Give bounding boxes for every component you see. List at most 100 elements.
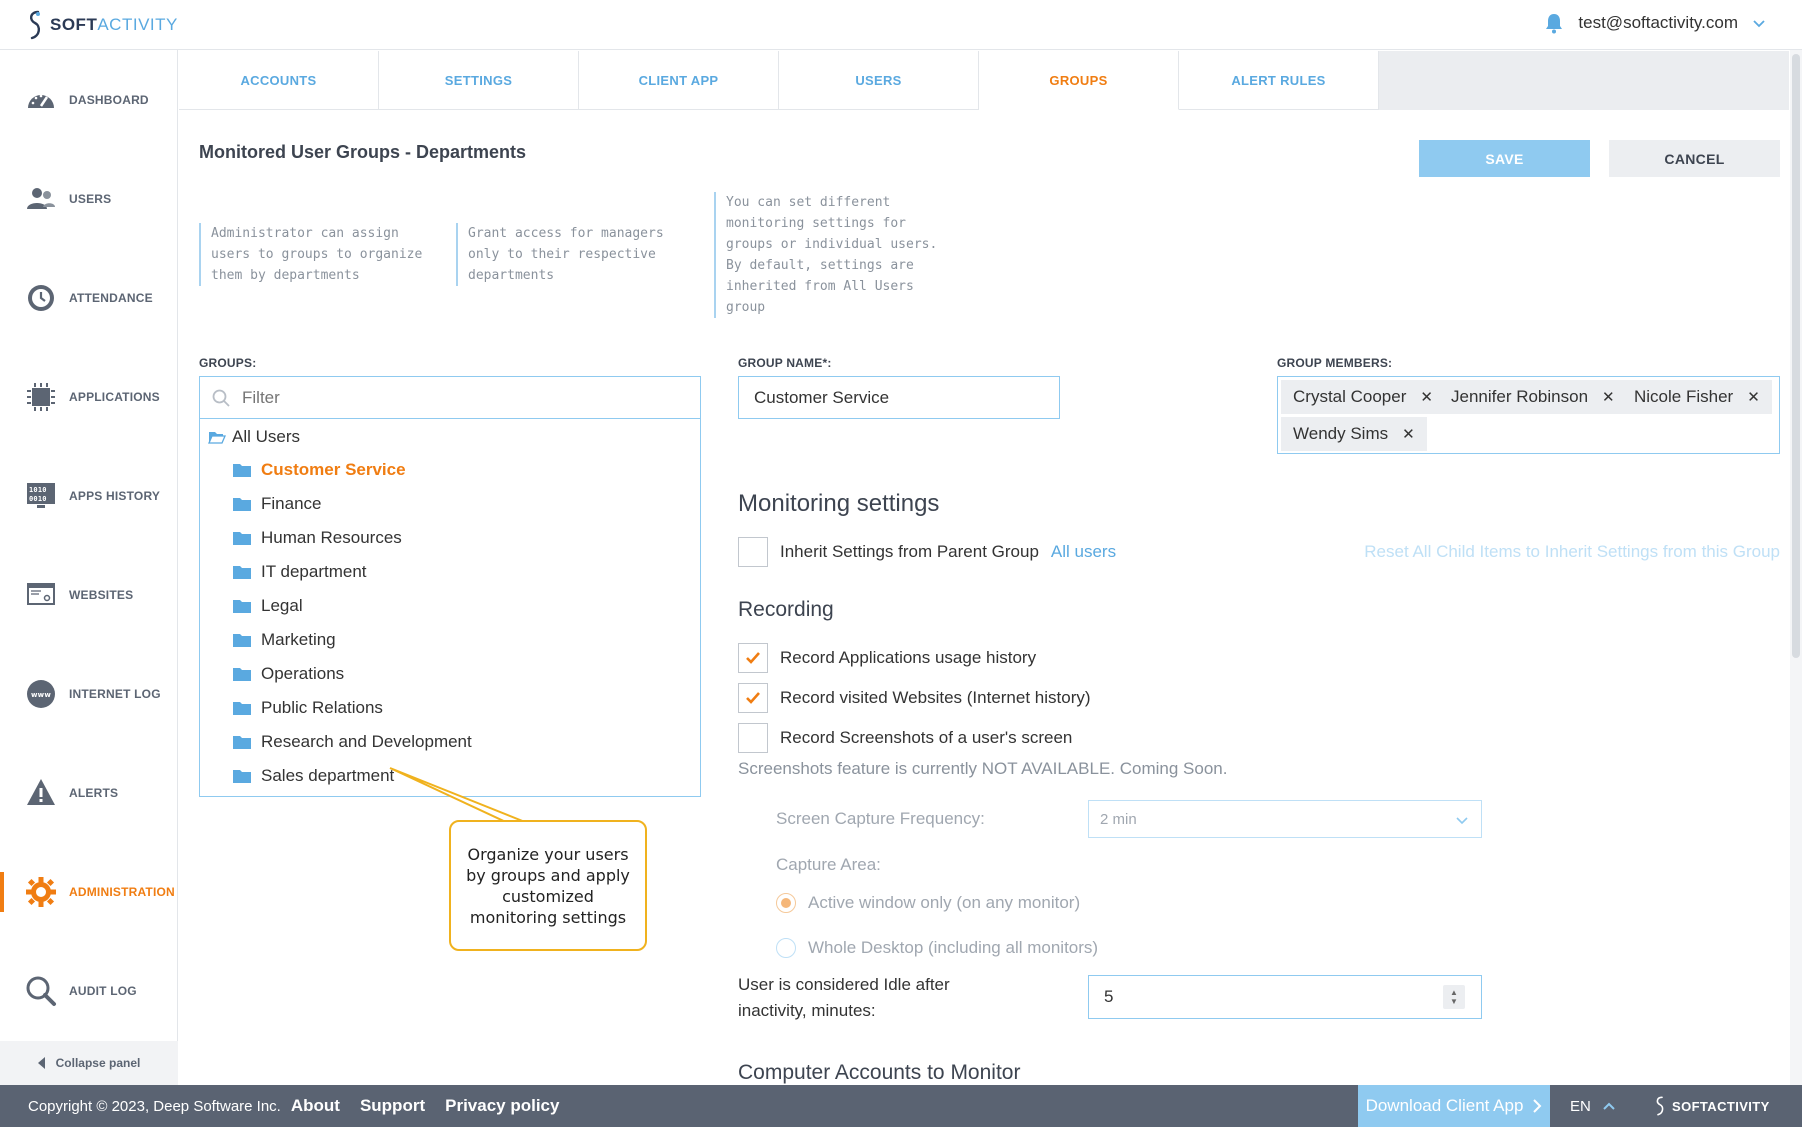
svg-text:0010: 0010 — [29, 495, 47, 503]
tree-item-public-relations[interactable]: Public Relations — [233, 698, 383, 718]
sidebar-item-audit-log[interactable]: AUDIT LOG — [0, 941, 178, 1040]
inherit-settings-row: Inherit Settings from Parent Group All u… — [738, 537, 1116, 567]
capture-frequency-value: 2 min — [1100, 810, 1137, 828]
record-apps-checkbox[interactable] — [738, 643, 768, 673]
remove-icon[interactable]: ✕ — [1747, 388, 1760, 406]
privacy-policy-link[interactable]: Privacy policy — [445, 1096, 559, 1116]
tree-item-human-resources[interactable]: Human Resources — [233, 528, 402, 548]
record-screenshots-row: Record Screenshots of a user's screen — [738, 723, 1072, 753]
tab-settings[interactable]: SETTINGS — [379, 51, 579, 110]
record-screenshots-checkbox[interactable] — [738, 723, 768, 753]
applications-icon — [27, 382, 55, 411]
sidebar-item-apps-history[interactable]: 1010 0010 APPS HISTORY — [0, 446, 178, 545]
group-members-field[interactable]: Crystal Cooper ✕ Jennifer Robinson ✕ Nicol… — [1277, 376, 1780, 454]
softactivity-logo[interactable]: SOFTACTIVITY — [26, 10, 178, 40]
scrollbar-thumb[interactable] — [1792, 54, 1800, 658]
number-stepper[interactable]: ▲ ▼ — [1443, 985, 1465, 1009]
capture-whole-desktop-label: Whole Desktop (including all monitors) — [808, 938, 1099, 957]
group-name-input[interactable]: Customer Service — [738, 376, 1060, 419]
tree-item-marketing[interactable]: Marketing — [233, 630, 336, 650]
save-button[interactable]: SAVE — [1419, 140, 1590, 177]
user-email[interactable]: test@softactivity.com — [1578, 13, 1738, 33]
sidebar-item-label: DASHBOARD — [69, 92, 149, 107]
attendance-icon — [28, 284, 54, 311]
groups-filter — [200, 377, 700, 419]
tree-item-label: Sales department — [261, 766, 395, 785]
logo-text: SOFTACTIVITY — [50, 15, 178, 35]
capture-active-window-radio[interactable] — [776, 893, 796, 913]
tree-item-finance[interactable]: Finance — [233, 494, 321, 514]
tab-alert-rules[interactable]: ALERT RULES — [1179, 51, 1379, 110]
tree-item-research-and-development[interactable]: Research and Development — [233, 732, 472, 752]
sidebar-item-applications[interactable]: APPLICATIONS — [0, 347, 178, 446]
collapse-panel-button[interactable]: Collapse panel — [0, 1041, 178, 1085]
svg-text:1010: 1010 — [29, 486, 47, 494]
reset-child-items-link[interactable]: Reset All Child Items to Inherit Setting… — [1364, 542, 1780, 562]
download-client-app-label: Download Client App — [1365, 1096, 1524, 1115]
member-chip: Wendy Sims ✕ — [1281, 417, 1427, 451]
record-websites-checkbox[interactable] — [738, 683, 768, 713]
sidebar-item-attendance[interactable]: ATTENDANCE — [0, 248, 178, 347]
inherit-settings-checkbox[interactable] — [738, 537, 768, 567]
tab-users[interactable]: USERS — [779, 51, 979, 110]
logo-mark-icon — [30, 10, 40, 40]
member-chip: Nicole Fisher ✕ — [1622, 380, 1772, 414]
sidebar-item-websites[interactable]: WEBSITES — [0, 545, 178, 644]
sidebar-item-administration[interactable]: ADMINISTRATION — [0, 842, 178, 941]
sidebar-item-label: AUDIT LOG — [69, 983, 137, 998]
audit-log-icon — [26, 976, 56, 1006]
sidebar-item-label: WEBSITES — [69, 587, 134, 602]
sidebar-item-dashboard[interactable]: DASHBOARD — [0, 50, 178, 149]
chevron-down-icon[interactable] — [1752, 16, 1766, 30]
logo-text-soft: SOFT — [50, 15, 98, 34]
callout-note: Organize your users by groups and apply … — [449, 820, 647, 951]
member-chip: Jennifer Robinson ✕ — [1439, 380, 1627, 414]
download-client-app-button[interactable]: Download Client App — [1358, 1085, 1550, 1127]
footer-logo: SOFTACTIVITY — [1654, 1085, 1770, 1127]
member-chip-label: Wendy Sims — [1293, 424, 1389, 443]
capture-active-window-label: Active window only (on any monitor) — [808, 893, 1081, 912]
administration-icon — [26, 876, 56, 907]
tab-groups[interactable]: GROUPS — [979, 51, 1179, 110]
tree-item-sales-department[interactable]: Sales department — [233, 766, 394, 786]
tab-client-app[interactable]: CLIENT APP — [579, 51, 779, 110]
cancel-button[interactable]: CANCEL — [1609, 140, 1780, 177]
remove-icon[interactable]: ✕ — [1420, 388, 1433, 406]
folder-icon — [233, 634, 251, 647]
recording-heading: Recording — [738, 598, 834, 621]
sidebar-item-internet-log[interactable]: www INTERNET LOG — [0, 644, 178, 743]
user-menu[interactable]: test@softactivity.com — [1544, 12, 1766, 34]
tree-item-label: Finance — [261, 494, 322, 513]
groups-filter-input[interactable] — [242, 387, 642, 408]
tree-root-all-users[interactable]: All Users — [208, 427, 300, 447]
member-chip-label: Crystal Cooper — [1293, 387, 1407, 406]
language-selector[interactable]: EN — [1570, 1085, 1615, 1127]
parent-group-link[interactable]: All users — [1051, 542, 1116, 562]
capture-frequency-label: Screen Capture Frequency: — [776, 809, 985, 828]
tab-bar-filler — [1379, 51, 1789, 110]
remove-icon[interactable]: ✕ — [1602, 388, 1615, 406]
tree-item-it-department[interactable]: IT department — [233, 562, 367, 582]
tree-item-operations[interactable]: Operations — [233, 664, 344, 684]
idle-timeout-input[interactable]: 5 ▲ ▼ — [1088, 975, 1482, 1019]
idle-timeout-value: 5 — [1104, 987, 1114, 1006]
member-chip-label: Jennifer Robinson — [1451, 387, 1589, 406]
sidebar-item-label: ADMINISTRATION — [69, 884, 175, 899]
sidebar-item-users[interactable]: USERS — [0, 149, 178, 248]
bell-icon[interactable] — [1544, 12, 1564, 34]
support-link[interactable]: Support — [360, 1096, 425, 1116]
capture-frequency-select[interactable]: 2 min — [1088, 800, 1482, 838]
tree-item-customer-service[interactable]: Customer Service — [233, 460, 406, 480]
tab-accounts[interactable]: ACCOUNTS — [179, 51, 379, 110]
remove-icon[interactable]: ✕ — [1402, 425, 1415, 443]
about-link[interactable]: About — [291, 1096, 340, 1116]
collapse-panel-label: Collapse panel — [55, 1056, 141, 1070]
sidebar-item-alerts[interactable]: ALERTS — [0, 743, 178, 842]
folder-icon — [233, 532, 251, 545]
folder-icon — [233, 600, 251, 613]
hint-manager-access: Grant access for managers only to their … — [456, 223, 664, 286]
vertical-scrollbar[interactable] — [1790, 50, 1802, 1085]
tree-item-legal[interactable]: Legal — [233, 596, 303, 616]
capture-whole-desktop-radio[interactable] — [776, 938, 796, 958]
member-chip: Crystal Cooper ✕ — [1281, 380, 1445, 414]
